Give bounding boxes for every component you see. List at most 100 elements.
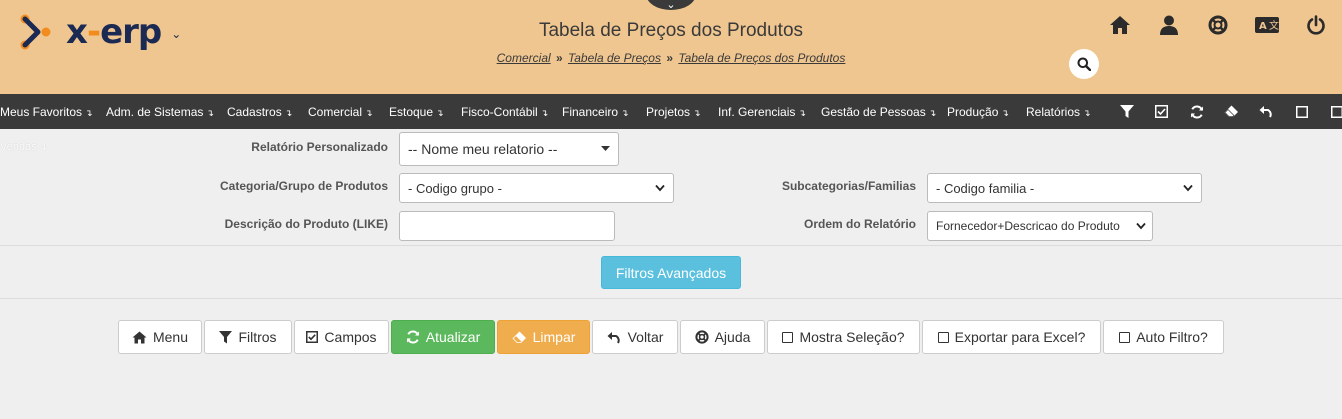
description-input[interactable]: [399, 211, 615, 241]
order-select[interactable]: Fornecedor+Descricao do Produto: [927, 211, 1153, 241]
filters-button[interactable]: Filtros: [204, 320, 292, 354]
refresh-button[interactable]: Atualizar: [391, 320, 495, 354]
subcategory-select-value: - Codigo familia -: [936, 180, 1035, 196]
nav-arrow-icon: ↴: [1083, 108, 1091, 118]
refresh-icon: [406, 330, 420, 344]
description-label: Descrição do Produto (LIKE): [224, 217, 388, 231]
nav-export-button[interactable]: [1319, 94, 1342, 129]
nav-item-fisco-contabil[interactable]: Fisco-Contábil ↴: [461, 105, 548, 119]
checkbox-empty-icon: [1119, 331, 1131, 343]
nav-item-vendas[interactable]: Vendas ↴: [0, 141, 47, 153]
chevron-down-icon: [1136, 222, 1146, 230]
nav-item-inf-gerenciais[interactable]: Inf. Gerenciais ↴: [718, 105, 806, 119]
nav-arrow-icon: ↴: [284, 108, 293, 118]
help-button[interactable]: Ajuda: [680, 320, 765, 354]
nav-arrow-icon: ↴: [436, 108, 444, 118]
nav-refresh-button[interactable]: [1179, 94, 1214, 129]
auto-filter-toggle[interactable]: Auto Filtro?: [1103, 320, 1224, 354]
svg-text:A: A: [1259, 21, 1267, 32]
nav-item-comercial[interactable]: Comercial ↴: [308, 105, 373, 119]
checkbox-checked-icon: [306, 331, 319, 343]
subcategory-select[interactable]: - Codigo familia -: [927, 173, 1202, 203]
export-excel-toggle[interactable]: Exportar para Excel?: [922, 320, 1101, 354]
breadcrumb-separator: »: [556, 51, 563, 65]
nav-item-financeiro[interactable]: Financeiro ↴: [562, 105, 629, 119]
filter-icon: [219, 330, 233, 344]
home-icon: [132, 331, 147, 344]
back-button[interactable]: Voltar: [592, 320, 678, 354]
user-icon[interactable]: [1154, 14, 1184, 36]
undo-icon: [1259, 106, 1272, 118]
chevron-down-icon: ⌄: [666, 0, 676, 11]
nav-arrow-icon: ↴: [206, 108, 214, 118]
divider: [0, 245, 1342, 246]
order-select-value: Fornecedor+Descricao do Produto: [936, 219, 1120, 233]
order-label: Ordem do Relatório: [803, 217, 916, 231]
translate-icon[interactable]: A文: [1252, 14, 1282, 36]
nav-arrow-icon: ↴: [365, 108, 373, 118]
home-icon[interactable]: [1105, 14, 1135, 36]
category-select-value: - Codigo grupo -: [408, 180, 502, 196]
menu-button[interactable]: Menu: [118, 320, 202, 354]
chevron-down-icon: [655, 184, 665, 192]
nav-select-button[interactable]: [1284, 94, 1319, 129]
power-icon[interactable]: [1301, 14, 1331, 36]
caret-down-icon: [601, 146, 610, 151]
nav-filter-button[interactable]: [1109, 94, 1144, 129]
nav-arrow-icon: ↴: [798, 108, 806, 118]
main-nav: Meus Favoritos ↴ Adm. de Sistemas ↴ Cadast…: [0, 94, 1342, 129]
eraser-icon: [512, 331, 527, 344]
search-icon: [1077, 57, 1091, 71]
category-label: Categoria/Grupo de Produtos: [219, 179, 388, 193]
breadcrumb-tabela-precos[interactable]: Tabela de Preços: [568, 51, 661, 65]
collapse-header-toggle[interactable]: ⌄: [646, 0, 696, 11]
nav-item-meus-favoritos[interactable]: Meus Favoritos ↴: [0, 105, 93, 119]
nav-arrow-icon: ↴: [621, 108, 629, 118]
nav-fields-button[interactable]: [1144, 94, 1179, 129]
nav-arrow-icon: ↴: [39, 142, 48, 152]
nav-arrow-icon: ↴: [693, 108, 701, 118]
checkbox-empty-icon: [937, 331, 949, 343]
nav-item-adm-sistemas[interactable]: Adm. de Sistemas ↴: [106, 105, 214, 119]
nav-item-producao[interactable]: Produção ↴: [947, 105, 1009, 119]
report-label: Relatório Personalizado: [251, 140, 388, 154]
lifebuoy-icon[interactable]: [1203, 14, 1233, 36]
category-select[interactable]: - Codigo grupo -: [399, 173, 674, 203]
chevron-down-icon: [1183, 184, 1193, 192]
show-selection-toggle[interactable]: Mostra Seleção?: [767, 320, 920, 354]
fields-button[interactable]: Campos: [294, 320, 389, 354]
square-icon: [1295, 105, 1308, 118]
breadcrumb-comercial[interactable]: Comercial: [497, 51, 551, 65]
svg-text:文: 文: [1269, 19, 1279, 32]
nav-arrow-icon: ↴: [85, 108, 93, 118]
report-select-value: -- Nome meu relatorio --: [408, 141, 558, 157]
subcategory-label: Subcategorias/Familias: [781, 179, 916, 193]
nav-item-relatorios[interactable]: Relatórios ↴: [1026, 105, 1091, 119]
nav-arrow-icon: ↴: [1001, 108, 1009, 118]
nav-item-cadastros[interactable]: Cadastros ↴: [227, 105, 292, 119]
nav-back-button[interactable]: [1249, 94, 1284, 129]
undo-icon: [607, 331, 622, 344]
refresh-icon: [1190, 104, 1203, 119]
header: ⌄ x-erp ⌄ Tabela de Preços dos Produtos …: [0, 0, 1342, 94]
clear-button[interactable]: Limpar: [497, 320, 590, 354]
nav-arrow-icon: ↴: [928, 108, 937, 118]
nav-item-projetos[interactable]: Projetos ↴: [646, 105, 701, 119]
square-icon: [1330, 105, 1342, 118]
nav-arrow-icon: ↴: [540, 108, 549, 118]
breadcrumb-tabela-precos-produtos[interactable]: Tabela de Preços dos Produtos: [678, 51, 845, 65]
filter-icon: [1119, 104, 1134, 118]
nav-clear-button[interactable]: [1214, 94, 1249, 129]
divider: [0, 298, 1342, 299]
advanced-filters-button[interactable]: Filtros Avançados: [601, 256, 741, 289]
eraser-icon: [1224, 105, 1238, 117]
report-select[interactable]: -- Nome meu relatorio --: [399, 132, 619, 166]
breadcrumb: Comercial » Tabela de Preços » Tabela de…: [0, 51, 1342, 65]
top-icons: A文: [1105, 14, 1342, 36]
nav-item-gestao-pessoas[interactable]: Gestão de Pessoas ↴: [821, 105, 936, 119]
breadcrumb-separator: »: [666, 51, 674, 65]
lifebuoy-icon: [694, 330, 709, 344]
checkbox-checked-icon: [1155, 105, 1168, 118]
nav-item-estoque[interactable]: Estoque ↴: [389, 105, 444, 119]
search-button[interactable]: [1069, 49, 1099, 79]
